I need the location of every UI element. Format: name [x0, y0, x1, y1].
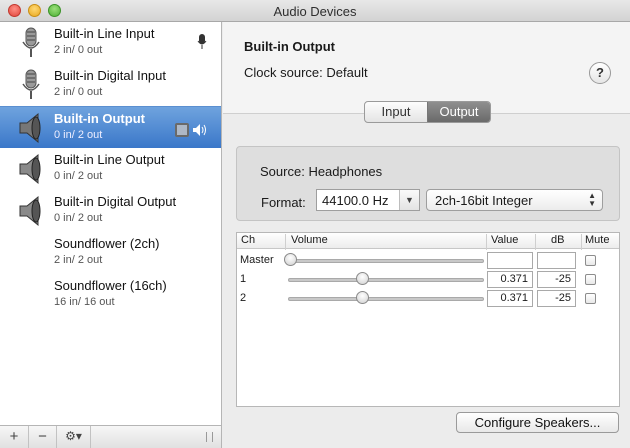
- device-name: Built-in Line Input: [54, 26, 155, 41]
- device-io: 0 in/ 2 out: [54, 212, 103, 224]
- device-name: Built-in Digital Output: [54, 194, 177, 209]
- finder-icon: [175, 122, 190, 137]
- add-device-button[interactable]: +: [0, 426, 29, 448]
- bit-format-value: 2ch-16bit Integer: [435, 193, 533, 208]
- device-io: 16 in/ 16 out: [54, 296, 115, 308]
- col-header-ch: Ch: [241, 234, 256, 246]
- channel-label: 1: [240, 273, 247, 285]
- col-header-volume: Volume: [291, 234, 328, 246]
- format-group: Source: Headphones Format: 44100.0 Hz ▼ …: [236, 146, 620, 221]
- clock-source: Clock source: Default: [244, 65, 368, 80]
- device-item[interactable]: Built-in Line Output 0 in/ 2 out: [0, 148, 221, 190]
- volume-table: Ch Volume Value dB Mute Master 1 0.371 -…: [236, 232, 620, 407]
- speaker-volume-icon: [193, 123, 206, 136]
- source-label: Source:: [260, 164, 305, 179]
- up-down-arrows-icon: ▲ ▼: [588, 191, 596, 208]
- device-io: 2 in/ 0 out: [54, 86, 103, 98]
- volume-slider-knob[interactable]: [356, 272, 370, 285]
- chevron-down-icon[interactable]: ▼: [399, 190, 419, 210]
- device-io: 2 in/ 2 out: [54, 254, 103, 266]
- device-name: Built-in Output: [54, 111, 145, 126]
- configure-speakers-button[interactable]: Configure Speakers...: [456, 412, 619, 433]
- db-field[interactable]: -25: [537, 290, 576, 307]
- mute-checkbox[interactable]: [585, 255, 596, 266]
- value-field[interactable]: 0.371: [487, 271, 533, 288]
- volume-table-header: Ch Volume Value dB Mute: [237, 233, 619, 250]
- volume-row: 2 0.371 -25: [237, 289, 619, 308]
- gear-menu-button[interactable]: ⚙▾: [57, 426, 91, 448]
- mute-checkbox[interactable]: [585, 274, 596, 285]
- channel-label: Master: [240, 254, 274, 266]
- input-output-tabs: Input Output: [364, 101, 491, 123]
- speaker-icon: [19, 195, 41, 227]
- title-bar: Audio Devices: [0, 0, 630, 22]
- value-field[interactable]: 0.371: [487, 290, 533, 307]
- device-io: 0 in/ 2 out: [54, 170, 103, 182]
- db-field[interactable]: [537, 252, 576, 269]
- device-name: Soundflower (16ch): [54, 278, 167, 293]
- window-title: Audio Devices: [273, 4, 357, 19]
- sample-rate-combo[interactable]: 44100.0 Hz ▼: [316, 189, 420, 211]
- col-header-value: Value: [491, 234, 519, 246]
- value-field[interactable]: [487, 252, 533, 269]
- device-name: Built-in Line Output: [54, 152, 165, 167]
- device-item[interactable]: Soundflower (2ch) 2 in/ 2 out: [0, 232, 221, 274]
- speaker-icon: [19, 153, 41, 185]
- volume-slider-track[interactable]: [288, 297, 484, 301]
- default-output-badges: [175, 121, 207, 137]
- device-title: Built-in Output: [244, 39, 335, 54]
- default-input-microphone-icon: [197, 34, 207, 49]
- volume-slider-track[interactable]: [288, 259, 484, 263]
- db-field[interactable]: -25: [537, 271, 576, 288]
- mute-checkbox[interactable]: [585, 293, 596, 304]
- device-name: Built-in Digital Input: [54, 68, 166, 83]
- microphone-icon: [22, 69, 40, 99]
- device-detail-panel: Built-in Output Clock source: Default ? …: [223, 22, 630, 448]
- tab-input[interactable]: Input: [365, 102, 427, 122]
- remove-device-button[interactable]: −: [29, 426, 57, 448]
- volume-slider-knob[interactable]: [356, 291, 370, 304]
- device-item-selected[interactable]: Built-in Output 0 in/ 2 out: [0, 106, 221, 148]
- sample-rate-value: 44100.0 Hz: [322, 193, 389, 208]
- device-list-toolbar: + − ⚙▾: [0, 425, 222, 448]
- device-list: Built-in Line Input 2 in/ 0 out Built-in…: [0, 22, 222, 425]
- device-item[interactable]: Soundflower (16ch) 16 in/ 16 out: [0, 274, 221, 316]
- device-io: 0 in/ 2 out: [54, 129, 103, 141]
- source-value: Headphones: [308, 164, 383, 179]
- source-row: Source: Headphones: [260, 164, 382, 179]
- bit-format-popup[interactable]: 2ch-16bit Integer ▲ ▼: [426, 189, 603, 211]
- resize-grip-icon[interactable]: [206, 432, 213, 442]
- help-button[interactable]: ?: [589, 62, 611, 84]
- device-name: Soundflower (2ch): [54, 236, 160, 251]
- col-header-db: dB: [551, 234, 565, 246]
- volume-slider-knob[interactable]: [283, 253, 297, 266]
- channel-label: 2: [240, 292, 247, 304]
- volume-slider-track[interactable]: [288, 278, 484, 282]
- clock-source-label: Clock source:: [244, 65, 323, 80]
- clock-source-value: Default: [326, 65, 368, 80]
- col-header-mute: Mute: [585, 234, 610, 246]
- tab-output[interactable]: Output: [427, 102, 490, 122]
- device-item[interactable]: Built-in Line Input 2 in/ 0 out: [0, 22, 221, 64]
- volume-row: Master: [237, 251, 619, 270]
- device-item[interactable]: Built-in Digital Input 2 in/ 0 out: [0, 64, 221, 106]
- speaker-icon: [19, 112, 41, 144]
- device-item[interactable]: Built-in Digital Output 0 in/ 2 out: [0, 190, 221, 232]
- format-label: Format:: [261, 195, 306, 210]
- microphone-icon: [22, 27, 40, 57]
- device-io: 2 in/ 0 out: [54, 44, 103, 56]
- volume-row: 1 0.371 -25: [237, 270, 619, 289]
